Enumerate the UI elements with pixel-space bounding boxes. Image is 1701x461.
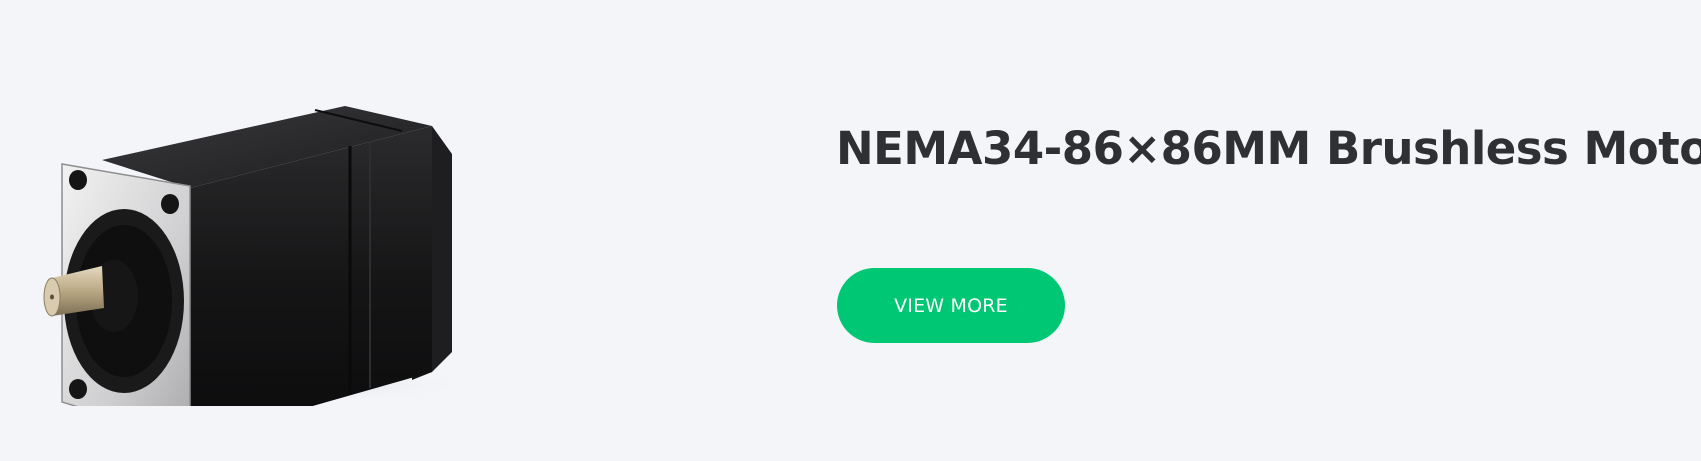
view-more-label: VIEW MORE — [894, 294, 1008, 317]
product-title: NEMA34-86×86MM Brushless Motor — [836, 122, 1701, 175]
brushless-motor-image[interactable] — [40, 96, 470, 406]
view-more-button[interactable]: VIEW MORE — [837, 268, 1065, 343]
product-card: NEMA34-86×86MM Brushless Motor VIEW MORE — [0, 0, 1701, 461]
